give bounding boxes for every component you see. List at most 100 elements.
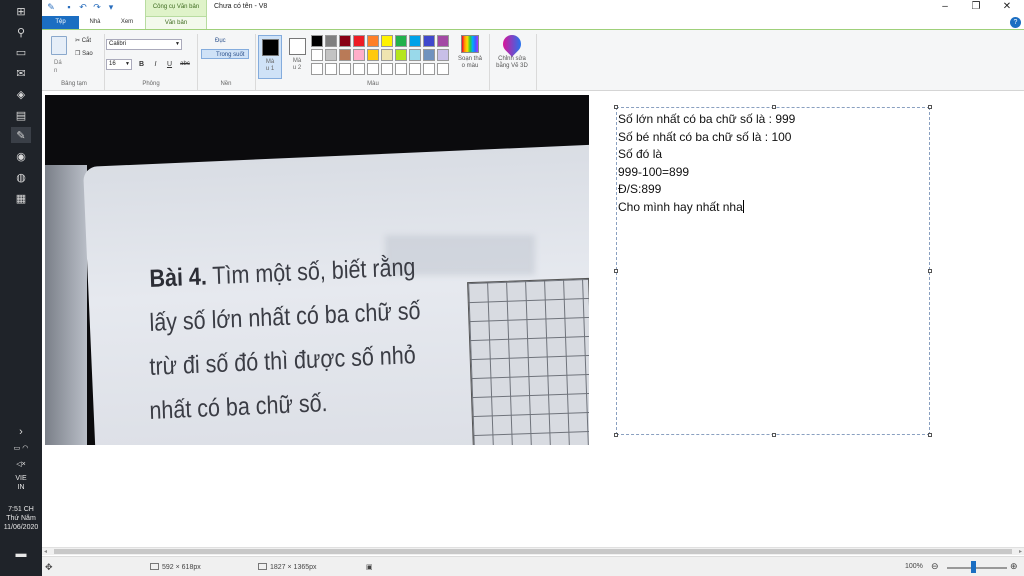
resize-handle-n[interactable] (772, 105, 776, 109)
palette-swatch[interactable] (381, 63, 393, 75)
horizontal-scrollbar[interactable]: ◂ ▸ (42, 547, 1024, 555)
scroll-right-arrow-icon[interactable]: ▸ (1019, 548, 1022, 555)
palette-swatch[interactable] (367, 49, 379, 61)
paste-button[interactable] (51, 36, 67, 55)
redo-icon[interactable]: ↷ (91, 2, 103, 14)
palette-swatch[interactable] (353, 35, 365, 47)
browser-app-icon[interactable]: ◉ (11, 148, 31, 164)
palette-swatch[interactable] (381, 35, 393, 47)
title-bar: ✎ ▪ ↶ ↷ ▾ Công cụ Văn bản Chưa có tên - … (42, 0, 1024, 16)
palette-swatch[interactable] (339, 35, 351, 47)
scroll-left-arrow-icon[interactable]: ◂ (44, 548, 47, 555)
transparent-background-button[interactable]: Trong suốt (201, 49, 249, 59)
palette-swatch[interactable] (395, 35, 407, 47)
italic-button[interactable]: I (150, 59, 161, 70)
chrome-app-icon[interactable]: ◍ (11, 169, 31, 185)
palette-swatch[interactable] (311, 49, 323, 61)
palette-swatch[interactable] (339, 63, 351, 75)
underline-button[interactable]: U (164, 59, 175, 70)
palette-swatch[interactable] (395, 63, 407, 75)
resize-handle-se[interactable] (928, 433, 932, 437)
palette-swatch[interactable] (325, 35, 337, 47)
windows-start-icon[interactable]: ⊞ (11, 3, 31, 19)
opaque-background-button[interactable]: Đục (201, 36, 249, 46)
battery-wifi-icons[interactable]: ▭ ◠ (0, 444, 42, 453)
selection-icon (150, 563, 159, 570)
resize-handle-e[interactable] (928, 269, 932, 273)
search-icon[interactable]: ⚲ (11, 24, 31, 40)
palette-swatch[interactable] (353, 63, 365, 75)
drawing-canvas[interactable]: Bài 4. Tìm một số, biết rằng lấy số lớn … (45, 95, 1017, 547)
task-view-icon[interactable]: ▭ (11, 44, 31, 60)
calculator-app-icon[interactable]: ▦ (11, 190, 31, 206)
save-icon[interactable]: ▪ (63, 2, 75, 14)
palette-swatch[interactable] (325, 63, 337, 75)
zoom-slider-thumb[interactable] (971, 561, 976, 573)
pasted-textbook-photo[interactable]: Bài 4. Tìm một số, biết rằng lấy số lớn … (45, 95, 589, 445)
palette-swatch[interactable] (367, 35, 379, 47)
palette-swatch[interactable] (437, 35, 449, 47)
zoom-out-icon[interactable]: ⊖ (931, 561, 939, 572)
color2-button[interactable]: Mà u 2 (285, 35, 309, 79)
palette-swatch[interactable] (325, 49, 337, 61)
clock-time: 7:51 CH (8, 506, 34, 513)
tab-home[interactable]: Nhà (82, 16, 108, 29)
file-explorer-icon[interactable]: ▤ (11, 107, 31, 123)
palette-swatch[interactable] (395, 49, 407, 61)
copy-button[interactable]: ❐ Sao (75, 50, 93, 57)
page-binding-shadow (45, 165, 87, 445)
teams-app-icon[interactable]: ◈ (11, 86, 31, 102)
help-icon[interactable]: ? (1010, 17, 1021, 28)
palette-swatch[interactable] (437, 63, 449, 75)
ribbon-separator (255, 34, 256, 90)
paint-app-icon[interactable]: ✎ (11, 127, 31, 143)
minimize-icon[interactable]: – (936, 1, 954, 15)
resize-handle-w[interactable] (614, 269, 618, 273)
mail-app-icon[interactable]: ✉ (11, 65, 31, 81)
resize-handle-sw[interactable] (614, 433, 618, 437)
edit-with-paint3d-button[interactable]: Chỉnh sửa bằng Vẽ 3D (492, 31, 532, 70)
palette-swatch[interactable] (437, 49, 449, 61)
palette-swatch[interactable] (353, 49, 365, 61)
show-hidden-icons-chevron-icon[interactable]: › (11, 424, 31, 440)
palette-swatch[interactable] (423, 63, 435, 75)
palette-swatch[interactable] (381, 49, 393, 61)
zoom-slider[interactable] (947, 567, 1007, 569)
strikethrough-button[interactable]: abc (178, 59, 192, 70)
resize-handle-nw[interactable] (614, 105, 618, 109)
zoom-in-icon[interactable]: ⊕ (1010, 561, 1018, 572)
palette-swatch[interactable] (423, 49, 435, 61)
resize-handle-ne[interactable] (928, 105, 932, 109)
palette-swatch[interactable] (409, 49, 421, 61)
customize-toolbar-icon[interactable]: ▾ (105, 2, 117, 14)
palette-swatch[interactable] (311, 35, 323, 47)
cut-button[interactable]: ✂ Cắt (75, 37, 91, 44)
volume-icon[interactable]: ◁× (0, 460, 42, 469)
color1-button[interactable]: Mà u 1 (258, 35, 282, 79)
palette-swatch[interactable] (409, 35, 421, 47)
cut-label: Cắt (81, 38, 92, 44)
tab-text[interactable]: Văn bản (145, 16, 207, 29)
bold-button[interactable]: B (136, 59, 147, 70)
scrollbar-thumb[interactable] (54, 549, 1012, 554)
edit-colors-button[interactable]: Soạn thả o màu (454, 35, 486, 70)
undo-icon[interactable]: ↶ (77, 2, 89, 14)
tab-file[interactable]: Tệp (42, 16, 79, 29)
font-size-dropdown[interactable]: 16 ▼ (106, 59, 132, 70)
text-box-content[interactable]: Số lớn nhất có ba chữ số là : 999 Số bé … (618, 111, 795, 217)
resize-handle-s[interactable] (772, 433, 776, 437)
palette-swatch[interactable] (409, 63, 421, 75)
clock-day: Thứ Năm (6, 515, 36, 522)
tab-view[interactable]: Xem (112, 16, 142, 29)
font-family-dropdown[interactable]: Calibri ▼ (106, 39, 182, 50)
language-indicator[interactable]: VIE IN (0, 474, 42, 492)
palette-swatch[interactable] (339, 49, 351, 61)
notification-center-icon[interactable]: ▬ (11, 548, 31, 564)
close-icon[interactable]: ✕ (998, 1, 1016, 15)
palette-swatch[interactable] (423, 35, 435, 47)
text-box[interactable]: Số lớn nhất có ba chữ số là : 999 Số bé … (614, 105, 932, 437)
clock[interactable]: 7:51 CH Thứ Năm 11/06/2020 (0, 505, 42, 532)
palette-swatch[interactable] (367, 63, 379, 75)
maximize-icon[interactable]: ❐ (967, 1, 985, 15)
palette-swatch[interactable] (311, 63, 323, 75)
